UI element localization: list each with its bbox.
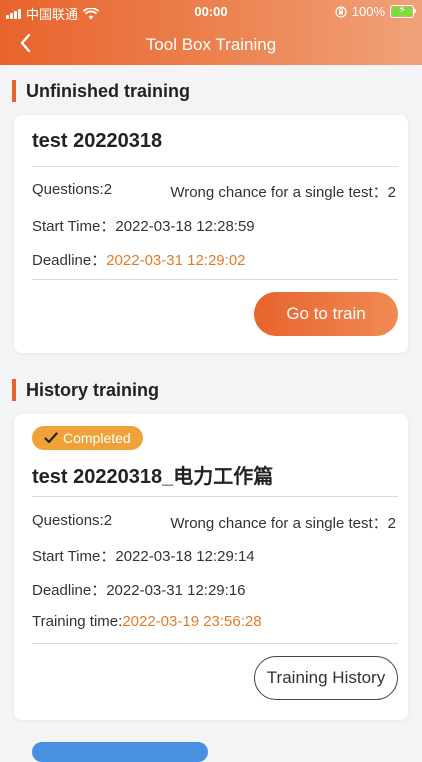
deadline-value: 2022-03-31 12:29:02 [106,252,246,269]
training-title: test 20220318 [32,130,163,152]
deadline-label: Deadline： [32,252,107,269]
section-title-unfinished: Unfinished training [12,80,190,102]
divider [32,496,398,497]
training-history-button[interactable]: Training History [254,656,398,700]
status-badge: Completed [32,426,143,450]
questions-count: Questions:2 [32,512,113,529]
start-time-value: 2022-03-18 12:29:14 [115,548,255,565]
training-time-value: 2022-03-19 23:56:28 [122,613,262,630]
divider [32,166,398,167]
go-to-train-button[interactable]: Go to train [254,292,398,336]
start-time-label: Start Time： [32,218,116,235]
page-title: Tool Box Training [145,35,277,54]
status-bar: 中国联通 00:00 100% ⚡ [0,0,422,22]
training-time-label: Training time: [32,613,123,630]
training-time-row: Training time:2022-03-19 23:56:28 [32,613,262,630]
start-time-row: Start Time：2022-03-18 12:29:14 [32,545,255,566]
deadline-row: Deadline：2022-03-31 12:29:16 [32,579,246,600]
wrong-chance: Wrong chance for a single test：2 [170,184,396,201]
questions-count: Questions:2 [32,181,113,198]
deadline-label: Deadline： [32,582,107,599]
deadline-value: 2022-03-31 12:29:16 [106,582,246,599]
start-time-value: 2022-03-18 12:28:59 [115,218,255,235]
orientation-lock-icon [335,5,347,18]
checkmark-icon [44,432,58,444]
badge-label: Completed [63,430,131,446]
battery-percent: 100% [351,4,385,19]
nav-bar: Tool Box Training [0,22,422,65]
history-training-card: Completed test 20220318_电力工作篇 Questions:… [14,414,408,720]
divider [32,279,398,280]
next-card-badge-peek [32,742,208,762]
unfinished-training-card: test 20220318 Questions:2 Wrong chance f… [14,115,408,353]
deadline-row: Deadline：2022-03-31 12:29:02 [32,249,246,270]
divider [32,643,398,644]
wrong-chance: Wrong chance for a single test：2 [170,515,396,532]
start-time-row: Start Time：2022-03-18 12:28:59 [32,215,255,236]
status-right: 100% ⚡ [335,4,416,19]
header: 中国联通 00:00 100% ⚡ Tool Box Training [0,0,422,65]
battery-icon: ⚡ [390,4,416,18]
section-title-history: History training [12,379,159,401]
training-title: test 20220318_电力工作篇 [32,466,274,488]
start-time-label: Start Time： [32,548,116,565]
